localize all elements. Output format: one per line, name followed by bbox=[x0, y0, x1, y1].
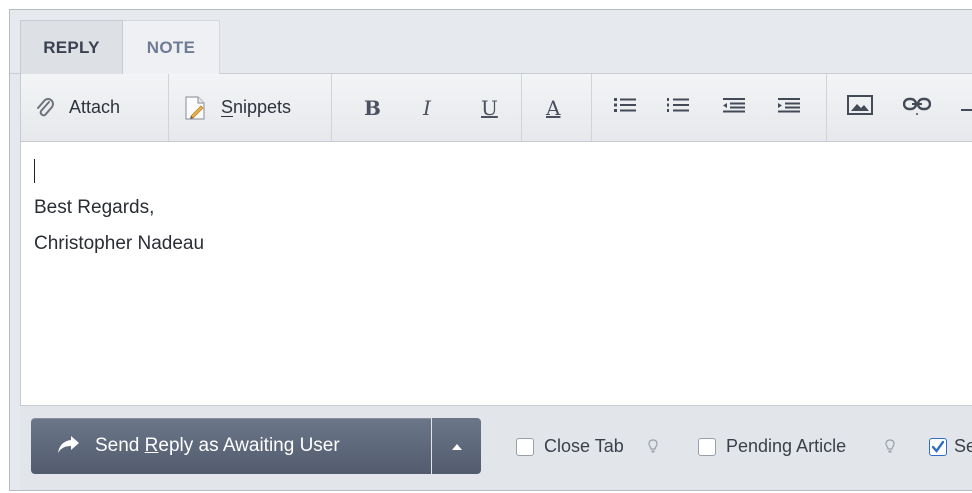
indent-icon bbox=[778, 97, 800, 118]
insert-link-button[interactable] bbox=[902, 74, 932, 141]
toolbar-divider bbox=[591, 74, 592, 141]
snippets-label: Snippets bbox=[221, 97, 292, 117]
bold-label: B bbox=[364, 95, 381, 120]
italic-label: I bbox=[423, 95, 431, 120]
snippets-button[interactable]: Snippets bbox=[181, 74, 291, 141]
underline-button[interactable]: U bbox=[481, 74, 498, 141]
send-option-checkbox[interactable] bbox=[929, 438, 947, 456]
attach-button[interactable]: Attach bbox=[33, 74, 120, 141]
horizontal-rule-icon bbox=[961, 99, 972, 117]
bold-button[interactable]: B bbox=[364, 74, 381, 141]
image-icon bbox=[847, 95, 873, 120]
caret-up-icon bbox=[451, 437, 462, 455]
text-caret bbox=[34, 159, 35, 183]
reply-tabs: REPLY NOTE bbox=[10, 10, 972, 74]
reply-panel: REPLY NOTE Attach Snippets B I U A Best … bbox=[9, 9, 972, 491]
reply-footer: Send Reply as Awaiting User Close Tab Pe… bbox=[20, 406, 972, 490]
outdent-icon bbox=[723, 97, 745, 118]
toolbar-divider bbox=[826, 74, 827, 141]
tab-note-label: NOTE bbox=[146, 37, 196, 57]
font-color-button[interactable]: A bbox=[546, 74, 560, 141]
italic-button[interactable]: I bbox=[423, 74, 431, 141]
hint-bulb-icon[interactable] bbox=[885, 439, 895, 460]
pending-article-checkbox[interactable] bbox=[698, 438, 716, 456]
hint-bulb-icon[interactable] bbox=[648, 439, 658, 460]
link-icon bbox=[902, 94, 932, 121]
tab-note[interactable]: NOTE bbox=[123, 20, 220, 74]
insert-image-button[interactable] bbox=[847, 74, 873, 141]
send-option-label[interactable]: Se bbox=[954, 436, 972, 457]
close-tab-checkbox[interactable] bbox=[516, 438, 534, 456]
indent-button[interactable] bbox=[778, 74, 800, 141]
toolbar-divider bbox=[521, 74, 522, 141]
toolbar-divider bbox=[331, 74, 332, 141]
tab-reply[interactable]: REPLY bbox=[20, 20, 123, 74]
send-options-toggle[interactable] bbox=[432, 418, 481, 474]
paperclip-icon bbox=[33, 96, 57, 120]
pending-article-label[interactable]: Pending Article bbox=[726, 436, 846, 457]
bullet-list-button[interactable] bbox=[614, 74, 636, 141]
attach-label: Attach bbox=[69, 97, 121, 117]
numbered-list-button[interactable] bbox=[667, 74, 689, 141]
bullet-list-icon bbox=[614, 97, 636, 118]
send-reply-label: Send Reply as Awaiting User bbox=[95, 435, 340, 456]
font-color-label: A bbox=[546, 95, 561, 120]
reply-editor[interactable]: Best Regards, Christopher Nadeau bbox=[20, 142, 972, 406]
send-reply-button[interactable]: Send Reply as Awaiting User bbox=[31, 418, 431, 474]
editor-line: Best Regards, bbox=[34, 197, 155, 218]
toolbar-divider bbox=[168, 74, 169, 141]
reply-arrow-icon bbox=[56, 435, 80, 460]
snippet-document-icon bbox=[181, 94, 209, 122]
close-tab-label[interactable]: Close Tab bbox=[544, 436, 624, 457]
underline-label: U bbox=[481, 95, 498, 120]
tab-reply-label: REPLY bbox=[43, 37, 100, 57]
horizontal-rule-button[interactable] bbox=[961, 74, 972, 141]
editor-toolbar: Attach Snippets B I U A bbox=[20, 74, 972, 142]
numbered-list-icon bbox=[667, 97, 689, 118]
checkmark-icon bbox=[931, 440, 945, 459]
outdent-button[interactable] bbox=[723, 74, 745, 141]
editor-line: Christopher Nadeau bbox=[34, 233, 205, 254]
